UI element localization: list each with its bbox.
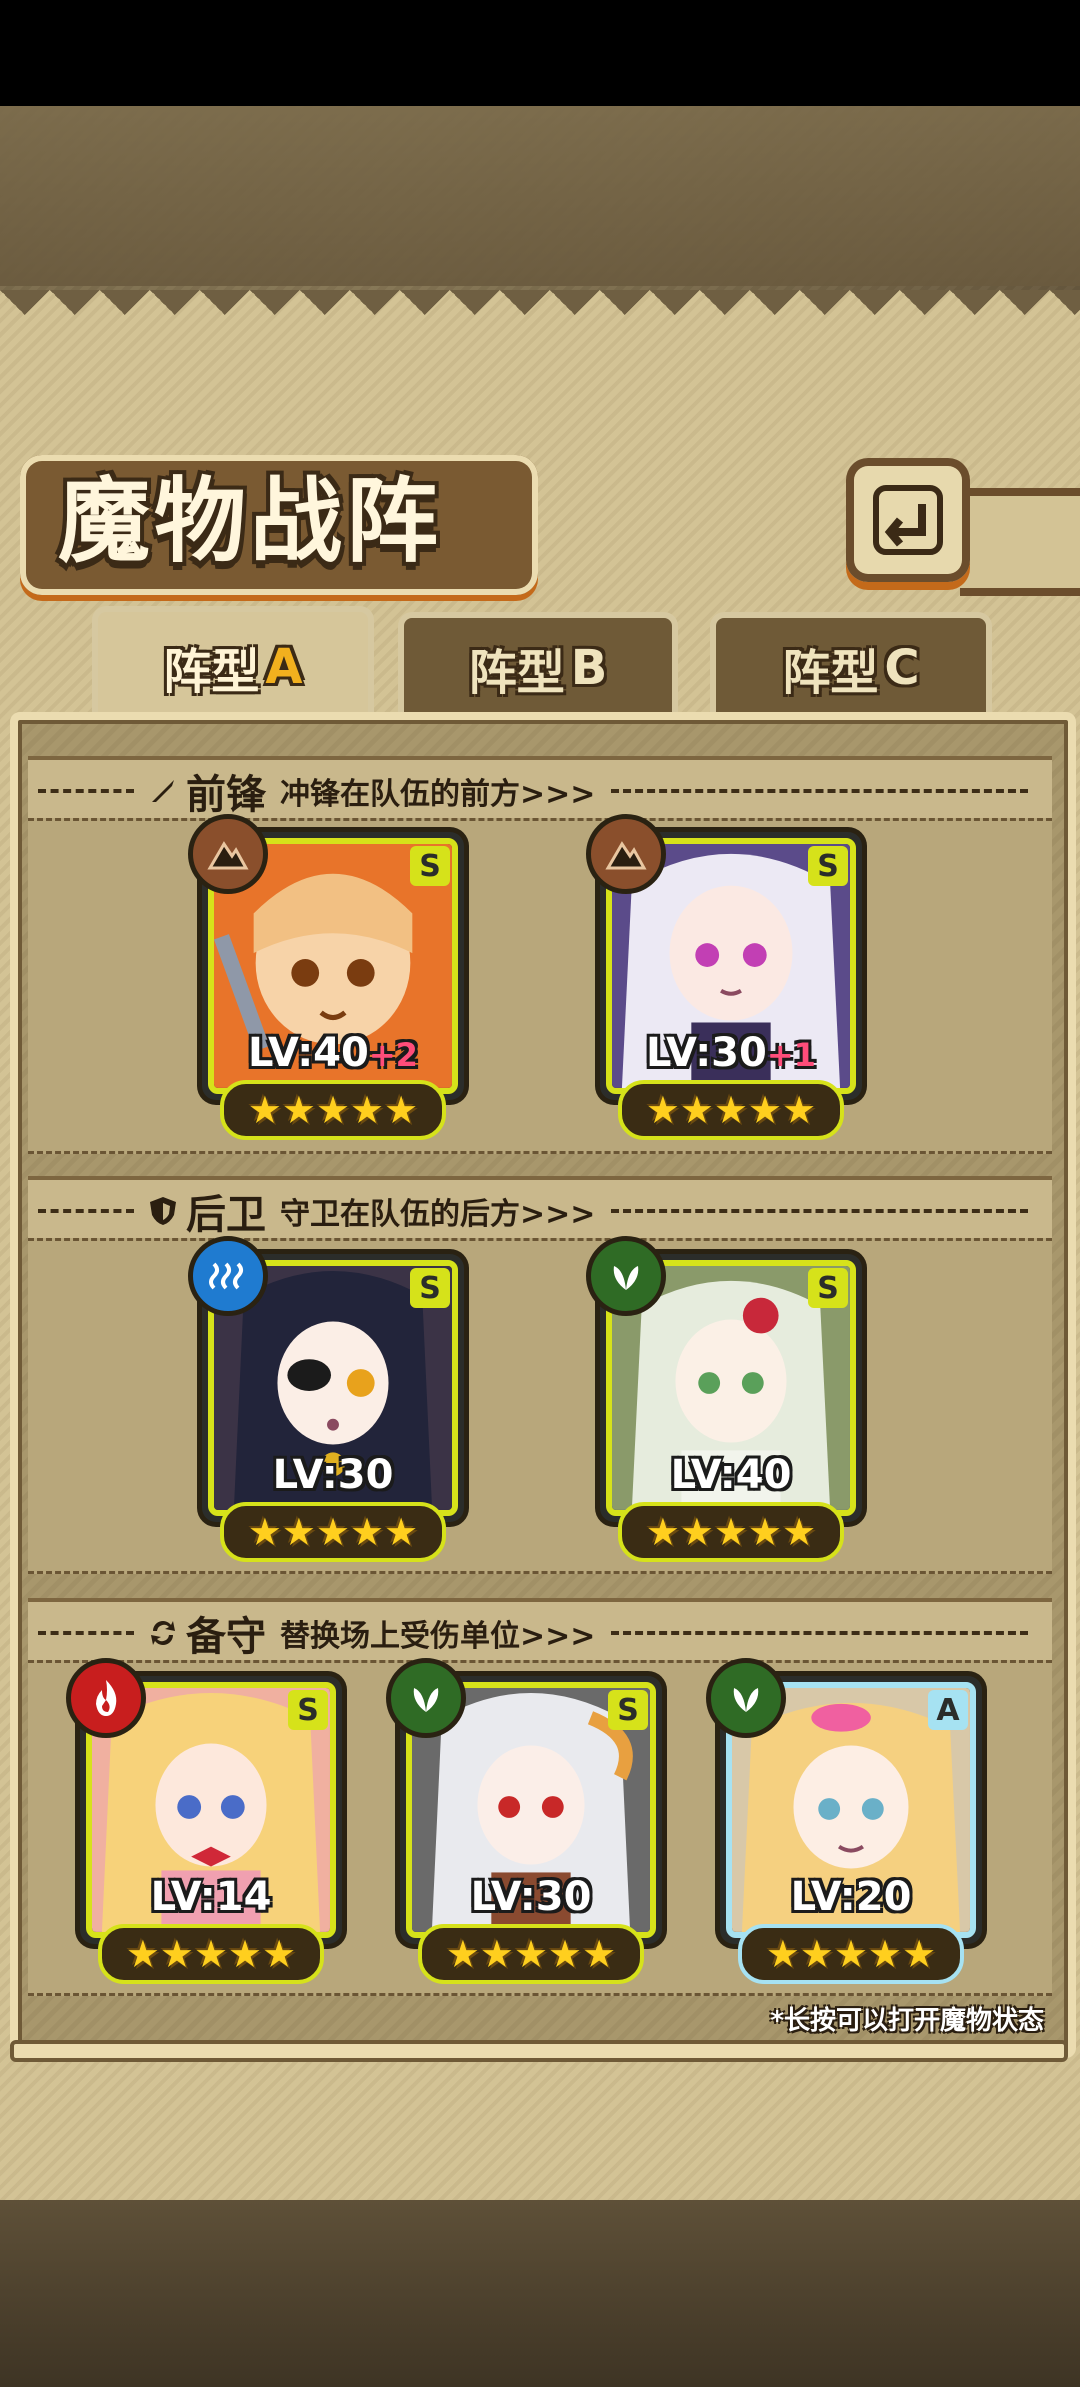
map-band-top xyxy=(0,106,1080,286)
tab-formation-c[interactable]: 阵型 C xyxy=(710,612,992,718)
monster-card[interactable]: A LV:20 ★★★★★ xyxy=(706,1658,982,1984)
rank-badge: S xyxy=(410,846,450,886)
swap-icon xyxy=(146,1616,180,1650)
tab-letter: B xyxy=(570,640,608,696)
level-label: LV:30+1 xyxy=(612,1030,850,1076)
monster-card[interactable]: S LV:14 ★★★★★ xyxy=(66,1658,342,1984)
rank-badge: S xyxy=(410,1268,450,1308)
level-bonus: +2 xyxy=(368,1036,418,1074)
level-label: LV:20 xyxy=(732,1874,970,1920)
star-rating: ★★★★★ xyxy=(618,1502,844,1562)
rank-badge: S xyxy=(808,1268,848,1308)
section-header-front: 前锋 冲锋在队伍的前方>>> xyxy=(28,756,1052,822)
monster-card[interactable]: S LV:40 ★★★★★ xyxy=(586,1236,862,1562)
tab-formation-b[interactable]: 阵型 B xyxy=(398,612,678,718)
tab-label: 阵型 xyxy=(782,645,879,701)
shield-icon xyxy=(146,1194,180,1228)
sword-icon xyxy=(146,774,180,808)
back-button-rail xyxy=(960,488,1080,596)
hint-text: *长按可以打开魔物状态 xyxy=(770,2006,1044,2036)
tab-label: 阵型 xyxy=(163,644,260,700)
panel-edge-top xyxy=(0,290,1080,340)
divider xyxy=(38,1209,134,1213)
star-rating: ★★★★★ xyxy=(98,1924,324,1984)
page-title: 魔物战阵 xyxy=(58,468,443,575)
level-value: LV:20 xyxy=(790,1874,912,1920)
section-subtitle: 冲锋在队伍的前方>>> xyxy=(280,777,596,812)
level-value: LV:40 xyxy=(670,1452,792,1498)
earth-element-icon xyxy=(586,814,666,894)
rear-row xyxy=(28,1238,1052,1574)
divider xyxy=(38,789,134,793)
rank-badge: S xyxy=(608,1690,648,1730)
monster-card[interactable]: S LV:30 ★★★★★ xyxy=(386,1658,662,1984)
level-label: LV:14 xyxy=(92,1874,330,1920)
level-value: LV:30 xyxy=(272,1452,394,1498)
level-label: LV:30 xyxy=(412,1874,650,1920)
level-bonus: +1 xyxy=(766,1036,816,1074)
wind-element-icon xyxy=(706,1658,786,1738)
frame-bottom-rail xyxy=(10,2040,1068,2062)
wind-element-icon xyxy=(586,1236,666,1316)
level-value: LV:30 xyxy=(470,1874,592,1920)
rank-badge: S xyxy=(288,1690,328,1730)
divider xyxy=(611,789,1028,793)
fire-element-icon xyxy=(66,1658,146,1738)
star-rating: ★★★★★ xyxy=(418,1924,644,1984)
section-subtitle: 守卫在队伍的后方>>> xyxy=(280,1197,596,1232)
monster-card[interactable]: S LV:40+2 ★★★★★ xyxy=(188,814,464,1140)
water-element-icon xyxy=(188,1236,268,1316)
section-subtitle: 替换场上受伤单位>>> xyxy=(280,1619,596,1654)
tab-label: 阵型 xyxy=(468,645,565,701)
level-value: LV:30 xyxy=(646,1030,767,1076)
level-label: LV:40 xyxy=(612,1452,850,1498)
section-title: 前锋 xyxy=(186,772,266,818)
tab-letter: C xyxy=(884,640,920,696)
return-icon xyxy=(873,485,943,555)
divider xyxy=(38,1631,134,1635)
level-value: LV:40 xyxy=(248,1030,369,1076)
divider xyxy=(611,1631,1028,1635)
section-title: 备守 xyxy=(186,1614,266,1660)
tab-formation-a[interactable]: 阵型 A xyxy=(92,606,374,722)
map-band-bottom xyxy=(0,2200,1080,2387)
front-row xyxy=(28,818,1052,1154)
level-value: LV:14 xyxy=(150,1874,272,1920)
earth-element-icon xyxy=(188,814,268,894)
section-title: 后卫 xyxy=(186,1192,266,1238)
star-rating: ★★★★★ xyxy=(618,1080,844,1140)
tab-letter: A xyxy=(265,639,303,695)
level-label: LV:30 xyxy=(214,1452,452,1498)
star-rating: ★★★★★ xyxy=(738,1924,964,1984)
star-rating: ★★★★★ xyxy=(220,1502,446,1562)
section-header-reserve: 备守 替换场上受伤单位>>> xyxy=(28,1598,1052,1664)
back-button[interactable] xyxy=(846,458,970,582)
rank-badge: S xyxy=(808,846,848,886)
star-rating: ★★★★★ xyxy=(220,1080,446,1140)
divider xyxy=(611,1209,1028,1213)
monster-card[interactable]: S LV:30+1 ★★★★★ xyxy=(586,814,862,1140)
section-header-rear: 后卫 守卫在队伍的后方>>> xyxy=(28,1176,1052,1242)
level-label: LV:40+2 xyxy=(214,1030,452,1076)
rank-badge: A xyxy=(928,1690,968,1730)
monster-card[interactable]: S LV:30 ★★★★★ xyxy=(188,1236,464,1562)
wind-element-icon xyxy=(386,1658,466,1738)
